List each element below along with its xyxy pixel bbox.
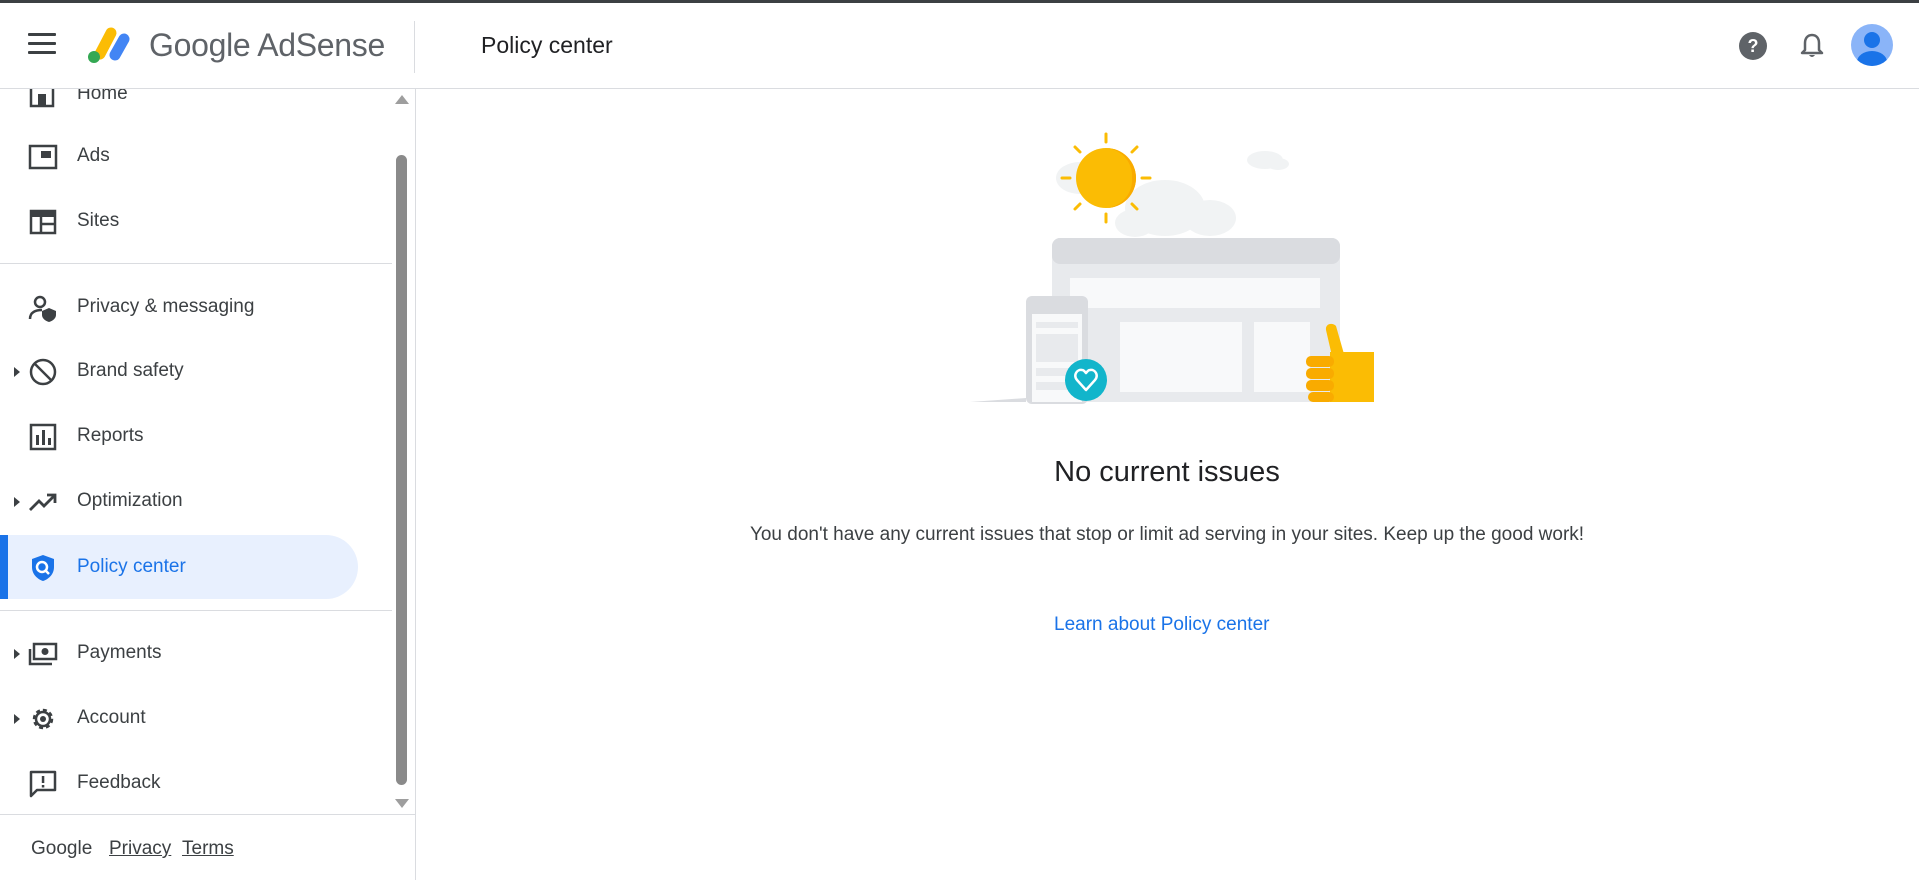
footer-privacy-link[interactable]: Privacy: [109, 838, 171, 860]
sidebar-item-label: Brand safety: [77, 360, 184, 381]
sidebar-item-sites[interactable]: Sites: [0, 189, 358, 253]
sites-icon: [29, 209, 57, 235]
footer-terms-link[interactable]: Terms: [182, 838, 234, 860]
scroll-up-arrow-icon[interactable]: [395, 95, 409, 104]
sidebar-item-label: Home: [77, 89, 128, 104]
header-divider: [414, 21, 415, 73]
sidebar-item-home[interactable]: Home: [0, 89, 358, 126]
sidebar-item-label: Policy center: [77, 556, 186, 577]
sidebar-item-label: Optimization: [77, 490, 183, 511]
notifications-icon[interactable]: [1796, 30, 1828, 62]
expand-caret-icon[interactable]: [14, 497, 20, 507]
footer-google-label: Google: [31, 838, 93, 859]
sidebar-item-label: Feedback: [77, 772, 161, 793]
sidebar-item-feedback[interactable]: Feedback: [0, 751, 358, 815]
logo-text: Google AdSense: [149, 27, 385, 63]
learn-about-policy-center-link[interactable]: Learn about Policy center: [1054, 614, 1269, 636]
sidebar-item-ads[interactable]: Ads: [0, 124, 358, 188]
bar-chart-icon: [29, 423, 57, 451]
ground-line: [970, 398, 1026, 402]
sidebar-item-account[interactable]: Account: [0, 686, 358, 750]
home-icon: [29, 89, 55, 108]
account-avatar[interactable]: [1851, 24, 1893, 66]
svg-text:?: ?: [1748, 36, 1759, 56]
trending-up-icon: [29, 493, 57, 511]
app-header: Google AdSense Policy center ?: [0, 3, 1919, 89]
person-icon: [1857, 32, 1887, 66]
expand-caret-icon[interactable]: [14, 367, 20, 377]
menu-icon[interactable]: [28, 33, 56, 57]
empty-state-description: You don't have any current issues that s…: [749, 524, 1585, 545]
sidebar-divider: [0, 263, 392, 264]
sidebar-item-label: Account: [77, 707, 146, 728]
sidebar-item-privacy-messaging[interactable]: Privacy & messaging: [0, 275, 358, 339]
no-issues-illustration: [970, 132, 1374, 404]
gear-icon: [32, 708, 54, 730]
sidebar-footer: Google Privacy Terms: [0, 814, 415, 880]
help-icon[interactable]: ?: [1737, 30, 1769, 62]
sidebar-item-brand-safety[interactable]: Brand safety: [0, 339, 358, 403]
feedback-icon: [29, 770, 57, 798]
empty-state-title: No current issues: [1054, 456, 1280, 488]
ads-icon: [28, 144, 58, 170]
expand-caret-icon[interactable]: [14, 714, 20, 724]
sidebar-item-label: Reports: [77, 425, 144, 446]
expand-caret-icon[interactable]: [14, 649, 20, 659]
sidebar-item-label: Sites: [77, 210, 120, 231]
sidebar-item-label: Privacy & messaging: [77, 296, 255, 317]
payments-icon: [28, 642, 58, 666]
policy-shield-icon: [32, 555, 54, 581]
heart-badge-icon: [1065, 359, 1107, 401]
sidebar-item-payments[interactable]: Payments: [0, 621, 358, 685]
adsense-logo-icon: [88, 27, 130, 63]
sidebar-scrollbar[interactable]: [394, 89, 410, 819]
sidebar-item-label: Payments: [77, 642, 162, 663]
scroll-down-arrow-icon[interactable]: [395, 799, 409, 808]
sidebar-divider: [0, 610, 392, 611]
sidebar-item-label: Ads: [77, 145, 110, 166]
privacy-icon: [28, 295, 56, 322]
page-title: Policy center: [481, 32, 613, 58]
block-icon: [29, 358, 57, 386]
